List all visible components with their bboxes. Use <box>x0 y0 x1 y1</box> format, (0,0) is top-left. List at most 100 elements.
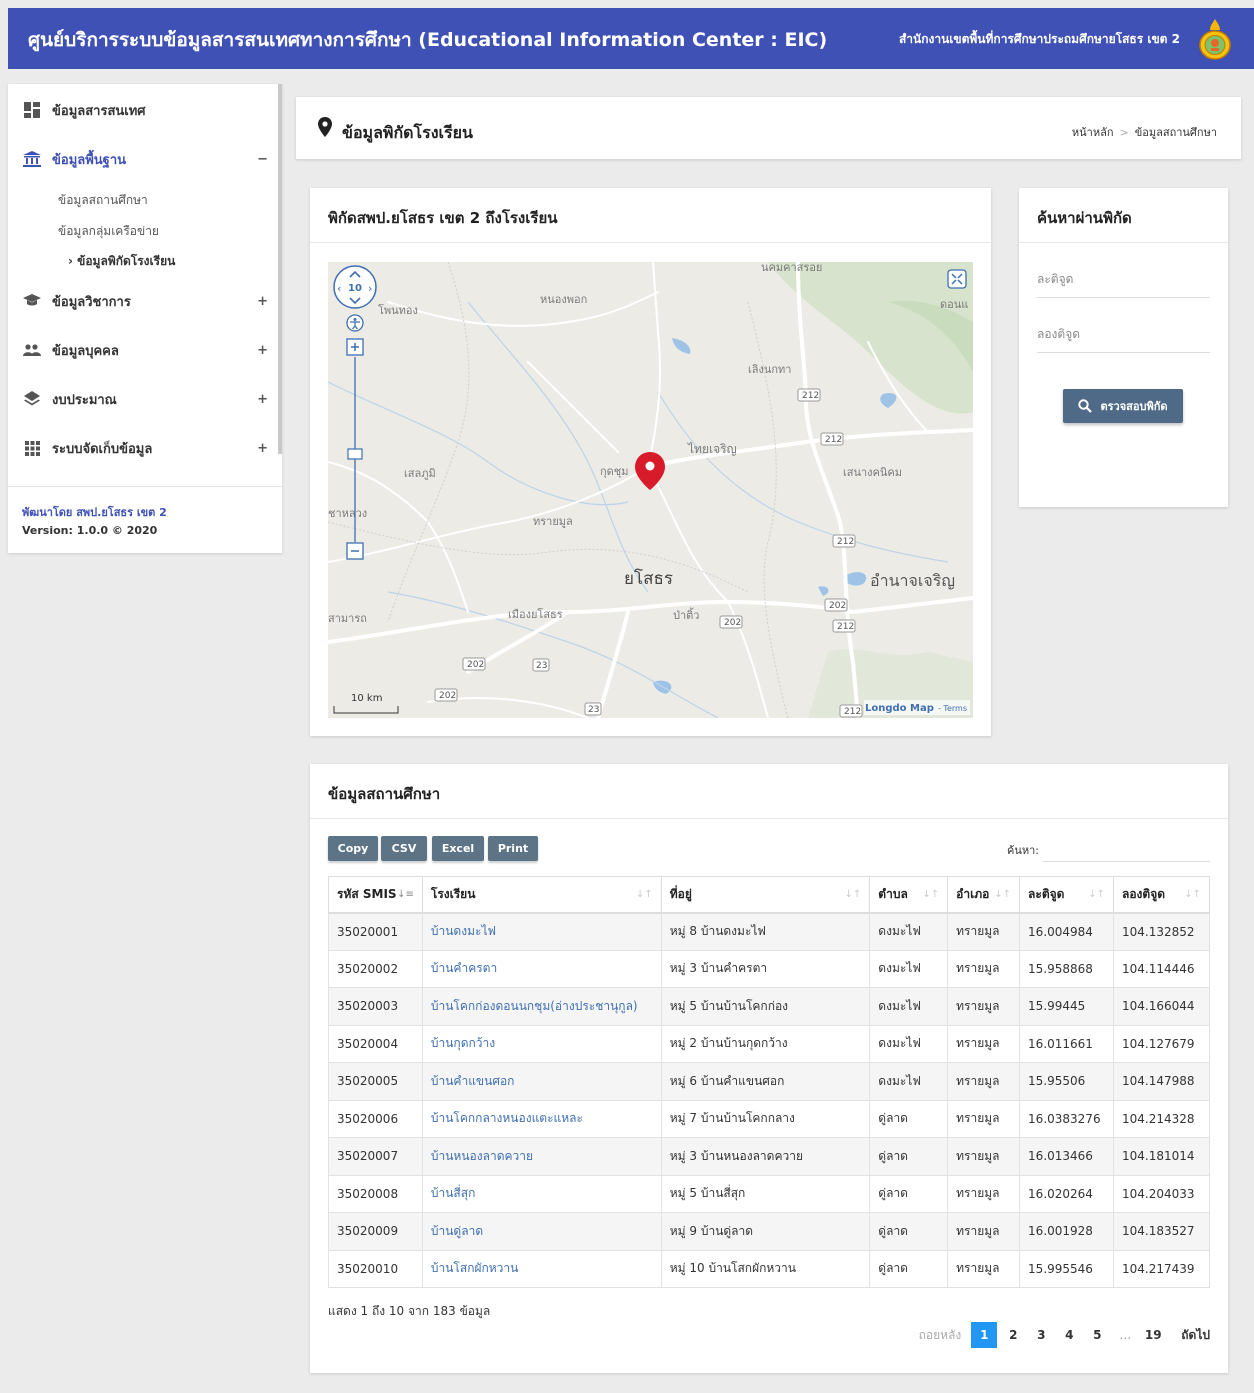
sidebar-item-academic[interactable]: ข้อมูลวิชาการ + <box>22 289 268 313</box>
column-header-latitude[interactable]: ละติจูด ↓↑ <box>1019 876 1114 914</box>
institution-icon <box>22 150 42 168</box>
expand-icon[interactable]: + <box>257 392 268 407</box>
cell-school[interactable]: บ้านดู่ลาด <box>421 1212 662 1251</box>
map-label: สามารถ <box>328 612 367 625</box>
breadcrumb-current[interactable]: ข้อมูลสถานศึกษา <box>1135 126 1217 139</box>
sort-asc-icon: ↓≡ <box>397 889 414 900</box>
fullscreen-icon[interactable] <box>947 269 967 289</box>
column-header-address[interactable]: ที่อยู่ ↓↑ <box>660 876 871 914</box>
cell-school[interactable]: บ้านโคกก่องดอนนกชุม(อ่างประชานุกูล) <box>421 987 662 1026</box>
table-search-input[interactable] <box>1043 838 1210 862</box>
cell-subdistrict: ดงมะไฟ <box>869 912 949 951</box>
cell-longitude: 104.214328 <box>1113 1099 1210 1138</box>
sidebar-subitem-networks[interactable]: ข้อมูลกลุ่มเครือข่าย <box>58 222 159 241</box>
school-table-card: ข้อมูลสถานศึกษา Copy CSV Excel Print ค้น… <box>310 764 1228 1373</box>
cell-school[interactable]: บ้านสี่สุก <box>421 1174 662 1213</box>
office-name: สำนักงานเขตพื้นที่การศึกษาประถมศึกษายโสธ… <box>898 32 1180 46</box>
pagination-page-3[interactable]: 3 <box>1027 1322 1055 1348</box>
sidebar-item-label: ข้อมูลวิชาการ <box>52 294 131 310</box>
cell-school[interactable]: บ้านกุดกว้าง <box>421 1024 662 1063</box>
sort-icon: ↓↑ <box>635 889 653 900</box>
cell-district: ทรายมูล <box>947 1137 1021 1176</box>
pagination-page-4[interactable]: 4 <box>1055 1322 1083 1348</box>
map-canvas[interactable]: นคมคาสรอย โพนทอง หนองพอก ดอนแ เลิงนกทา ไ… <box>328 262 973 718</box>
sidebar-subitem-schools[interactable]: ข้อมูลสถานศึกษา <box>58 191 148 210</box>
column-header-longitude[interactable]: ลองติจูด ↓↑ <box>1113 876 1210 914</box>
table-row: 35020003 บ้านโคกก่องดอนนกชุม(อ่างประชานุก… <box>328 987 1210 1026</box>
sort-icon: ↓↑ <box>844 889 862 900</box>
cell-subdistrict: ดู่ลาด <box>869 1099 949 1138</box>
sidebar-item-personnel[interactable]: ข้อมูลบุคคล + <box>22 338 268 362</box>
cell-district: ทรายมูล <box>947 912 1021 951</box>
excel-button[interactable]: Excel <box>432 836 484 861</box>
map-zoom-control[interactable]: ‹ › 10 <box>333 265 377 309</box>
cell-latitude: 15.95506 <box>1019 1062 1114 1101</box>
cell-district: ทรายมูล <box>947 1024 1021 1063</box>
cell-smis: 35020003 <box>328 987 423 1026</box>
map-label: เสนางคนิคม <box>843 466 902 479</box>
pagination: ถอยหลัง 1 2 3 4 5 … 19 ถัดไป <box>919 1322 1210 1348</box>
cell-district: ทรายมูล <box>947 1212 1021 1251</box>
column-header-smis[interactable]: รหัส SMIS ↓≡ <box>328 876 423 914</box>
pagination-page-1[interactable]: 1 <box>971 1322 998 1348</box>
copy-button[interactable]: Copy <box>328 836 378 861</box>
longitude-input[interactable]: ลองติจูด <box>1037 325 1210 353</box>
sidebar-item-basic[interactable]: ข้อมูลพื้นฐาน − <box>22 147 268 171</box>
sidebar-item-budget[interactable]: งบประมาณ + <box>22 387 268 411</box>
school-table: รหัส SMIS ↓≡ โรงเรียน ↓↑ ที่อยู่ ↓↑ ตำบล ↓↑ … <box>328 876 1210 1288</box>
cell-district: ทรายมูล <box>947 1249 1021 1288</box>
svg-text:Longdo Map: Longdo Map <box>865 703 934 714</box>
map-label: เสลภูมิ <box>404 467 436 480</box>
breadcrumb-home[interactable]: หน้าหลัก <box>1072 126 1114 139</box>
cell-school[interactable]: บ้านดงมะไฟ <box>421 912 662 951</box>
cell-address: หมู่ 3 บ้านคำครตา <box>660 949 871 988</box>
svg-text:212: 212 <box>837 622 854 632</box>
cell-school[interactable]: บ้านโคกกลางหนองแตะแหละ <box>421 1099 662 1138</box>
cell-latitude: 16.001928 <box>1019 1212 1114 1251</box>
expand-icon[interactable]: + <box>257 343 268 358</box>
column-header-school[interactable]: โรงเรียน ↓↑ <box>421 876 662 914</box>
sidebar: ข้อมูลสารสนเทศ ข้อมูลพื้นฐาน − ข้อมูลสถา… <box>8 84 282 553</box>
csv-button[interactable]: CSV <box>381 836 427 861</box>
card-divider <box>310 818 1228 819</box>
column-header-district[interactable]: อำเภอ ↓↑ <box>947 876 1021 914</box>
route-shield: 212 <box>832 534 856 548</box>
expand-icon[interactable]: + <box>257 294 268 309</box>
pagination-previous[interactable]: ถอยหลัง <box>919 1322 962 1348</box>
pagination-page-19[interactable]: 19 <box>1139 1322 1167 1348</box>
school-emblem-icon <box>1199 19 1231 60</box>
dashboard-icon <box>22 101 42 119</box>
pagination-page-2[interactable]: 2 <box>999 1322 1027 1348</box>
people-icon <box>22 341 42 359</box>
search-card-title: ค้นหาผ่านพิกัด <box>1037 209 1132 227</box>
cell-longitude: 104.132852 <box>1113 912 1210 951</box>
cell-school[interactable]: บ้านคำครตา <box>421 949 662 988</box>
sidebar-item-info[interactable]: ข้อมูลสารสนเทศ <box>22 98 268 122</box>
cell-school[interactable]: บ้านหนองลาดควาย <box>421 1137 662 1176</box>
pagination-page-5[interactable]: 5 <box>1083 1322 1111 1348</box>
sidebar-item-storage[interactable]: ระบบจัดเก็บข้อมูล + <box>22 436 268 460</box>
cell-address: หมู่ 9 บ้านดู่ลาด <box>660 1212 871 1251</box>
map-attribution[interactable]: Longdo Map - Terms <box>864 700 970 715</box>
pagination-next[interactable]: ถัดไป <box>1181 1322 1210 1348</box>
cell-school[interactable]: บ้านโสกผักหวาน <box>421 1249 662 1288</box>
column-header-subdistrict[interactable]: ตำบล ↓↑ <box>869 876 949 914</box>
cell-school[interactable]: บ้านคำแขนศอก <box>421 1062 662 1101</box>
table-search-label: ค้นหา: <box>1007 844 1040 857</box>
cell-latitude: 15.99445 <box>1019 987 1114 1026</box>
latitude-input[interactable]: ละติจูด <box>1037 270 1210 298</box>
expand-icon[interactable]: + <box>257 441 268 456</box>
cell-longitude: 104.114446 <box>1113 949 1210 988</box>
accessibility-icon[interactable] <box>346 314 364 332</box>
cell-longitude: 104.127679 <box>1113 1024 1210 1063</box>
sidebar-subitem-coordinates[interactable]: › ข้อมูลพิกัดโรงเรียน <box>68 252 175 271</box>
top-header: ศูนย์บริการระบบข้อมูลสารสนเทศทางการศึกษา… <box>8 8 1254 69</box>
map-label: หนองพอก <box>540 293 587 306</box>
check-coordinate-button[interactable]: ตรวจสอบพิกัด <box>1063 389 1183 423</box>
route-shield: 23 <box>532 658 550 672</box>
collapse-icon[interactable]: − <box>257 152 268 167</box>
print-button[interactable]: Print <box>488 836 538 861</box>
map-view[interactable]: นคมคาสรอย โพนทอง หนองพอก ดอนแ เลิงนกทา ไ… <box>328 262 973 718</box>
table-row: 35020007 บ้านหนองลาดควาย หมู่ 3 บ้านหนองลา… <box>328 1137 1210 1176</box>
sidebar-scrollbar[interactable] <box>278 84 282 454</box>
